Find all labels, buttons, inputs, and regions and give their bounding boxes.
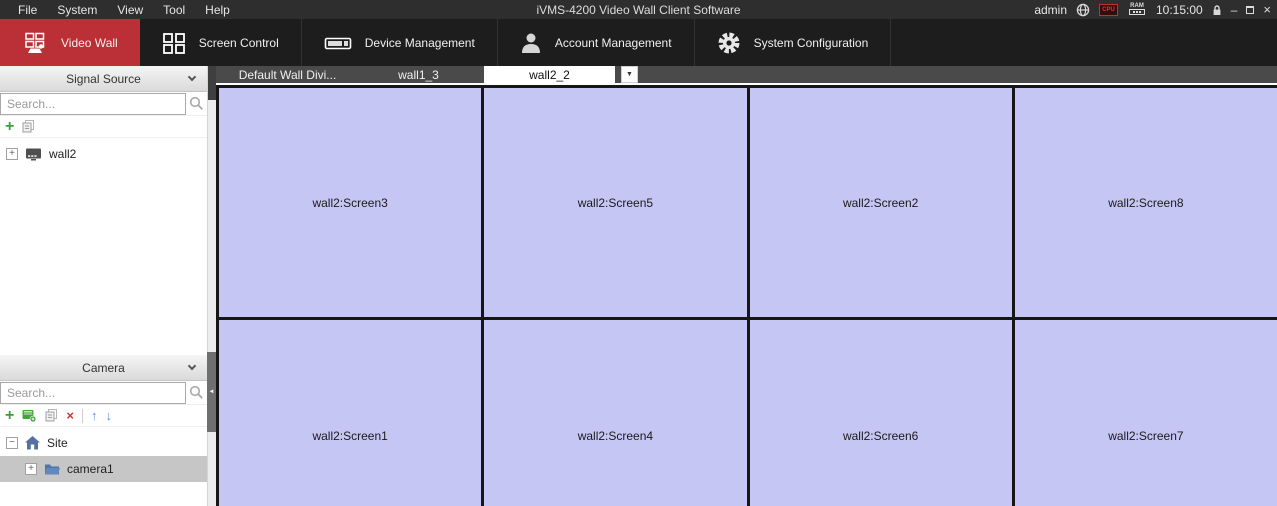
camera-header[interactable]: Camera [0,355,207,381]
screen-label: wall2:Screen3 [312,196,387,210]
screen-label: wall2:Screen1 [312,429,387,443]
expand-icon[interactable]: + [25,463,37,475]
tab-wall2-2[interactable]: wall2_2 [484,66,615,83]
minimize-button[interactable]: – [1231,4,1238,16]
wall-screen-cell[interactable]: wall2:Screen4 [484,320,746,506]
signal-source-search-input[interactable] [0,93,186,115]
add-camera-group-icon[interactable]: + [5,408,14,424]
maximize-icon [1246,6,1254,14]
ram-usage-icon[interactable]: RAM [1127,3,1147,16]
close-button[interactable]: × [1263,4,1271,16]
tree-row-wall2[interactable]: + wall2 [0,141,207,167]
copy-icon[interactable] [22,120,35,133]
screen-label: wall2:Screen8 [1108,196,1183,210]
nav-video-wall[interactable]: Video Wall [0,19,140,66]
copy-icon[interactable] [45,409,58,422]
collapse-left-icon: ◄ [209,389,215,395]
move-up-icon[interactable]: ↑ [91,408,98,423]
collapse-icon[interactable]: − [6,437,18,449]
screen-label: wall2:Screen2 [843,196,918,210]
expand-icon[interactable]: + [6,148,18,160]
sidebar-scrollbar[interactable] [207,66,216,506]
folder-icon [44,463,60,475]
camera-panel: Camera + [0,355,207,482]
tree-label: wall2 [49,147,76,161]
sidebar-collapse-handle[interactable]: ◄ [207,352,216,432]
video-wall-main: Default Wall Divi... wall1_3 wall2_2 ▼ w… [216,66,1277,506]
tree-row-camera1[interactable]: + camera1 [0,456,207,482]
system-configuration-icon [717,31,741,55]
nav-screen-control[interactable]: Screen Control [140,19,302,66]
add-camera-icon[interactable] [22,409,37,423]
wall-screen-cell[interactable]: wall2:Screen7 [1015,320,1277,506]
left-sidebar: Signal Source + [0,66,216,506]
wall-screen-cell[interactable]: wall2:Screen6 [750,320,1012,506]
menu-file[interactable]: File [8,3,47,17]
wall-screen-grid: wall2:Screen3 wall2:Screen5 wall2:Screen… [216,85,1277,506]
title-bar: File System View Tool Help iVMS-4200 Vid… [0,0,1277,19]
add-signal-source-icon[interactable]: + [5,119,14,135]
divider [82,409,83,423]
search-icon[interactable] [189,385,204,400]
signal-source-header[interactable]: Signal Source [0,66,207,92]
nav-device-management[interactable]: Device Management [302,19,498,66]
menu-bar: File System View Tool Help [0,3,240,17]
screen-label: wall2:Screen5 [578,196,653,210]
wall-tab-bar: Default Wall Divi... wall1_3 wall2_2 ▼ [216,66,1277,85]
tree-label: camera1 [67,462,114,476]
camera-search-input[interactable] [0,382,186,404]
triangle-down-icon: ▼ [626,71,633,78]
menu-view[interactable]: View [107,3,153,17]
chevron-down-icon [188,73,196,81]
device-management-icon [324,33,352,53]
screen-control-icon [162,32,186,54]
search-icon[interactable] [189,96,204,111]
tab-default-wall-division[interactable]: Default Wall Divi... [222,66,353,83]
menu-system[interactable]: System [47,3,107,17]
wall-screen-cell[interactable]: wall2:Screen3 [219,88,481,317]
logged-in-user: admin [1034,3,1067,17]
wall-screen-cell[interactable]: wall2:Screen2 [750,88,1012,317]
wall-screen-cell[interactable]: wall2:Screen5 [484,88,746,317]
signal-source-panel: Signal Source + [0,66,207,167]
nav-system-configuration[interactable]: System Configuration [695,19,892,66]
main-toolbar: Video Wall Screen Control Device Managem… [0,19,1277,66]
video-wall-icon [22,32,48,54]
wall-screen-cell[interactable]: wall2:Screen1 [219,320,481,506]
tree-label: Site [47,436,68,450]
video-wall-device-icon [25,148,42,161]
menu-tool[interactable]: Tool [153,3,195,17]
home-icon [25,436,40,450]
move-down-icon[interactable]: ↓ [105,408,112,423]
account-management-icon [520,32,542,54]
wall-screen-cell[interactable]: wall2:Screen8 [1015,88,1277,317]
nav-label: System Configuration [754,36,869,50]
nav-label: Video Wall [61,36,118,50]
globe-icon[interactable] [1076,3,1090,17]
tab-wall1-3[interactable]: wall1_3 [353,66,484,83]
tab-list-dropdown-button[interactable]: ▼ [621,66,638,83]
screen-label: wall2:Screen6 [843,429,918,443]
delete-icon[interactable]: × [66,408,74,423]
screen-label: wall2:Screen7 [1108,429,1183,443]
screen-label: wall2:Screen4 [578,429,653,443]
maximize-button[interactable] [1246,4,1254,16]
chevron-down-icon [188,362,196,370]
nav-label: Device Management [365,36,475,50]
nav-label: Account Management [555,36,672,50]
cpu-usage-icon[interactable]: CPU [1099,4,1118,16]
nav-label: Screen Control [199,36,279,50]
clock-time: 10:15:00 [1156,3,1203,17]
nav-account-management[interactable]: Account Management [498,19,695,66]
tree-row-site[interactable]: − Site [0,430,207,456]
menu-help[interactable]: Help [195,3,240,17]
lock-icon[interactable] [1212,4,1222,16]
